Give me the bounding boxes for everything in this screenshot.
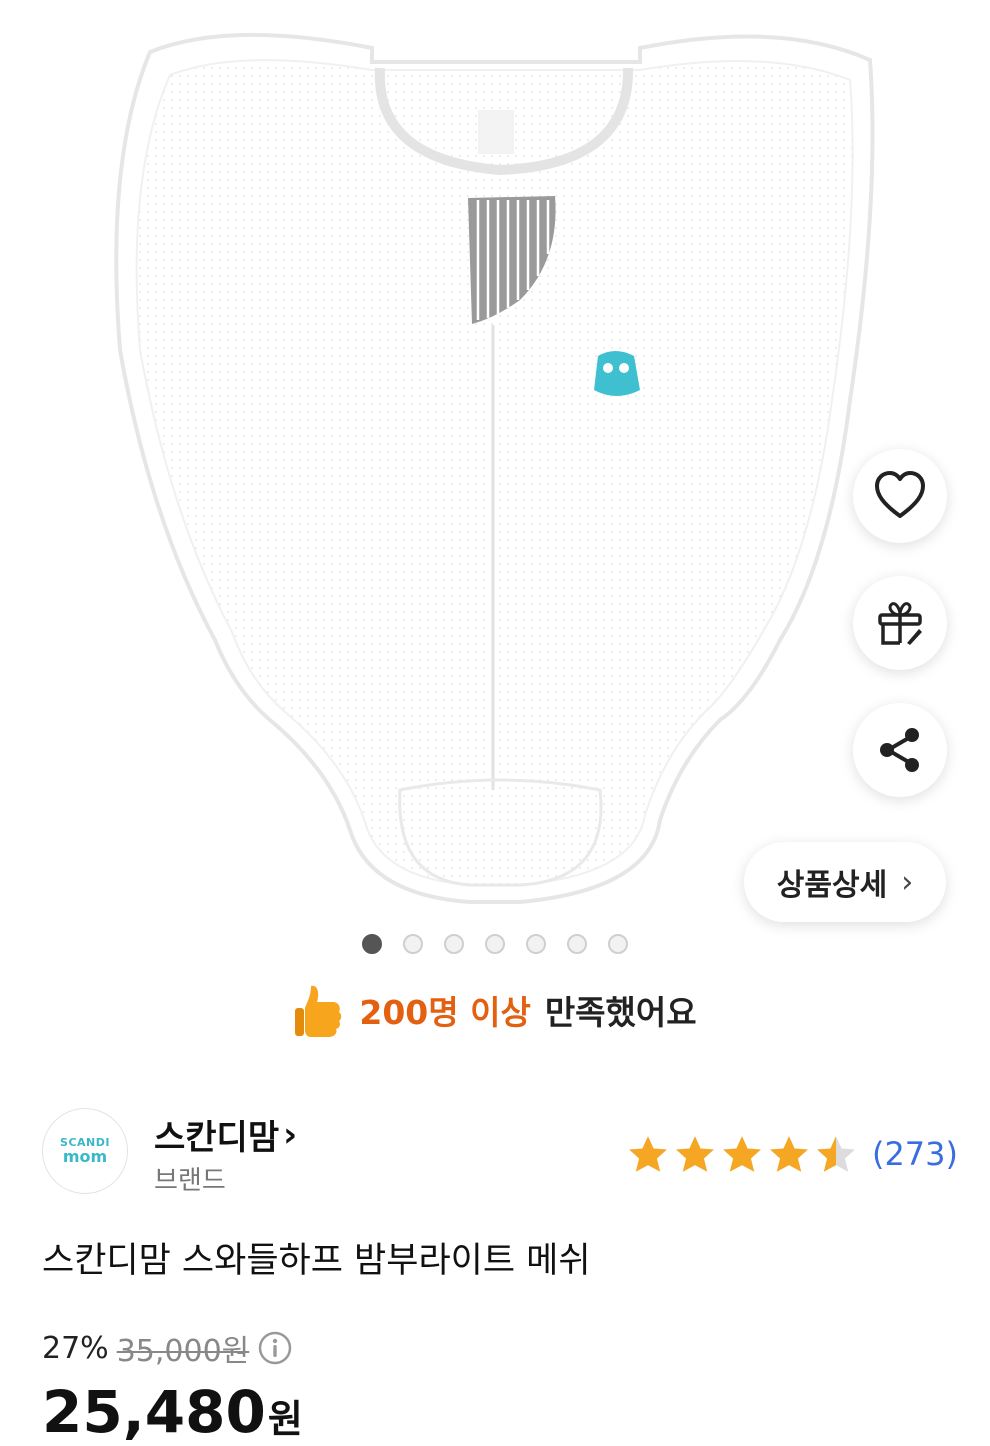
- carousel-dot[interactable]: [444, 934, 464, 954]
- carousel-dot[interactable]: [403, 934, 423, 954]
- product-detail-button[interactable]: 상품상세 ›: [744, 842, 946, 922]
- heart-icon: [875, 471, 925, 518]
- original-price: 35,000원: [116, 1334, 250, 1369]
- final-price: 25,480 원: [42, 1378, 303, 1446]
- brand-logo[interactable]: SCANDI mom: [42, 1108, 128, 1194]
- share-icon: [880, 728, 919, 772]
- product-detail-label: 상품상세: [776, 868, 888, 903]
- wishlist-button[interactable]: [853, 449, 947, 543]
- brand-name: 스칸디맘: [154, 1118, 280, 1158]
- star-icon: [676, 1136, 714, 1172]
- gift-icon: [878, 602, 922, 645]
- star-icon: [629, 1136, 667, 1172]
- product-image: [114, 32, 875, 904]
- rating-summary[interactable]: (273): [626, 1134, 958, 1174]
- carousel-dot[interactable]: [608, 934, 628, 954]
- share-button[interactable]: [853, 703, 947, 797]
- carousel-dot[interactable]: [485, 934, 505, 954]
- final-price-value: 25,480: [42, 1378, 266, 1446]
- chevron-right-icon: ›: [283, 1114, 298, 1155]
- satisfaction-text: 만족했어요: [544, 993, 697, 1032]
- brand-link[interactable]: 스칸디맘 ›: [154, 1110, 297, 1159]
- satisfaction-highlight: 200명 이상: [359, 993, 531, 1032]
- price-info: 27% 35,000원: [42, 1326, 293, 1370]
- discount-rate: 27%: [42, 1330, 109, 1366]
- carousel-dot[interactable]: [526, 934, 546, 954]
- product-title: 스칸디맘 스와들하프 밤부라이트 메쉬: [42, 1241, 591, 1281]
- star-icon: [723, 1136, 761, 1172]
- star-rating: [626, 1134, 858, 1174]
- brand-subtitle: 브랜드: [154, 1166, 226, 1196]
- gift-button[interactable]: [853, 576, 947, 670]
- carousel-dot[interactable]: [567, 934, 587, 954]
- chevron-right-icon: ›: [901, 864, 914, 900]
- review-count: (273): [871, 1135, 958, 1173]
- carousel-dot[interactable]: [362, 934, 382, 954]
- star-icon: [770, 1136, 808, 1172]
- carousel-pagination: [0, 934, 990, 954]
- brand-row: SCANDI mom 스칸디맘 › 브랜드 (273): [42, 1108, 958, 1198]
- info-icon[interactable]: [257, 1330, 293, 1366]
- final-price-currency: 원: [267, 1397, 303, 1441]
- thumbs-up-icon: [295, 985, 342, 1037]
- star-icon: [817, 1136, 855, 1172]
- satisfaction-banner: 200명 이상 만족했어요: [0, 982, 990, 1038]
- brand-logo-line2: mom: [62, 1147, 108, 1166]
- product-image-carousel[interactable]: [0, 0, 990, 930]
- owl-logo-icon: [594, 351, 640, 396]
